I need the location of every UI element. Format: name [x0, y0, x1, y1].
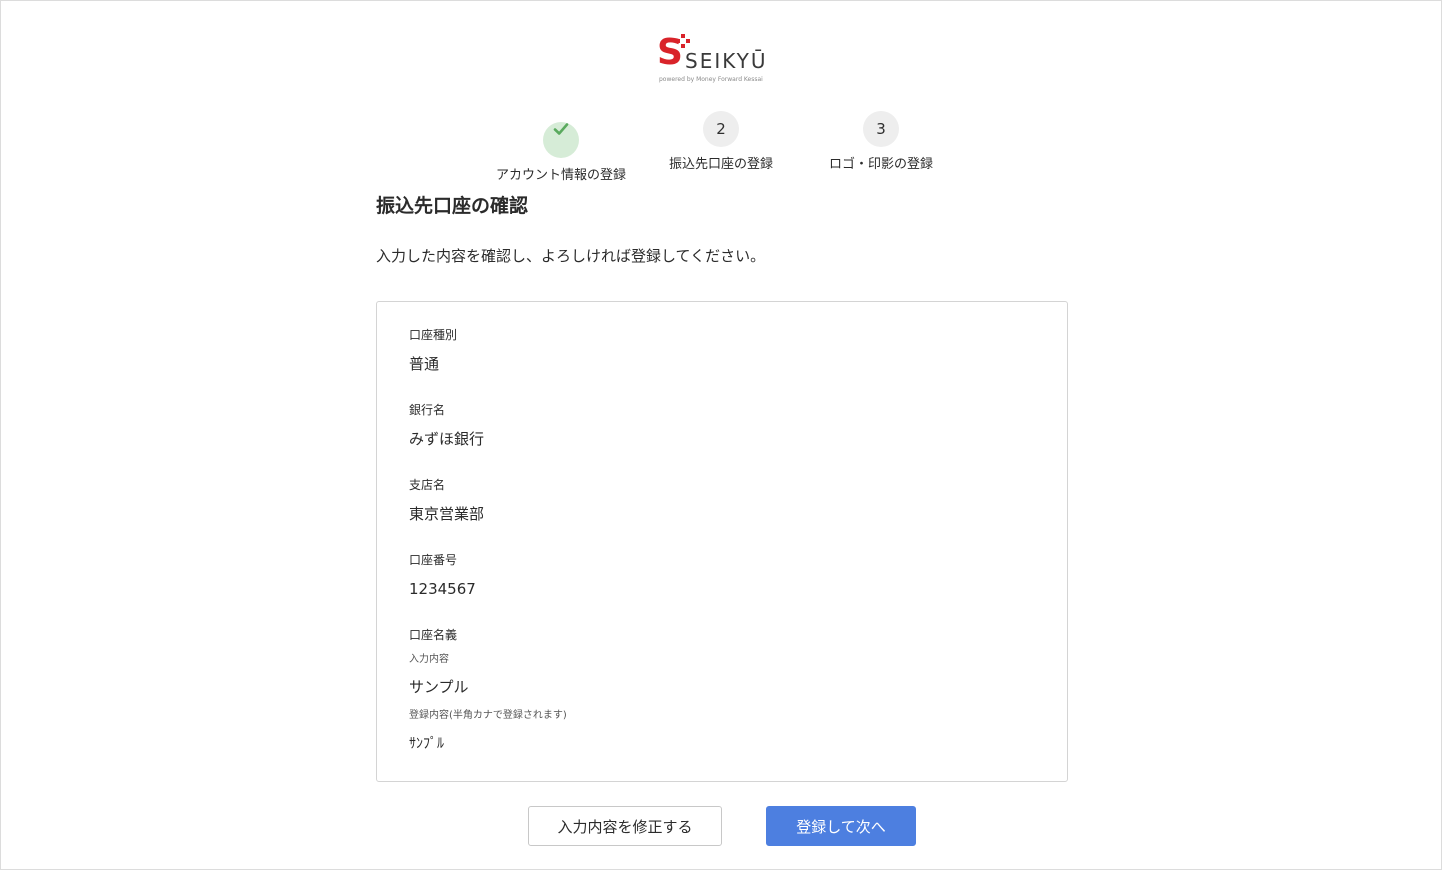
account-type-label: 口座種別 [409, 328, 458, 342]
field-account-number: 口座番号 1234567 [409, 551, 476, 600]
page-description: 入力した内容を確認し、よろしければ登録してください。 [376, 247, 766, 265]
account-number-label: 口座番号 [409, 553, 458, 567]
holder-registered-group-value: ｻﾝﾌﾟﾙ [409, 733, 444, 755]
holder-input-value: サンプル [409, 678, 469, 696]
page-title: 振込先口座の確認 [376, 195, 529, 217]
holder-input-label: 入力内容 [409, 654, 449, 665]
branch-name-value: 東京営業部 [409, 505, 485, 523]
field-bank-name: 銀行名 みずほ銀行 [409, 401, 484, 450]
holder-registered-value: ｻﾝﾌﾟﾙ [409, 736, 444, 752]
check-icon [553, 123, 569, 135]
step-2-label: 振込先口座の登録 [668, 157, 773, 172]
account-holder-label: 口座名義 [409, 628, 458, 642]
field-account-type: 口座種別 普通 [409, 326, 457, 375]
field-account-holder: 口座名義 [409, 626, 457, 644]
field-branch-name: 支店名 東京営業部 [409, 476, 484, 525]
step-bank-account: 2 振込先口座の登録 [641, 111, 801, 174]
step-2-circle: 2 [703, 111, 739, 147]
account-number-value: 1234567 [409, 580, 476, 598]
logo-tagline: powered by Money Forward Kessai [659, 76, 763, 83]
page-frame: S SEIKYŪ powered by Money Forward Kessai… [0, 0, 1442, 870]
account-type-value: 普通 [409, 355, 440, 373]
bank-name-label: 銀行名 [409, 403, 446, 417]
holder-registered-group: 登録内容(半角カナで登録されます) [409, 709, 567, 723]
confirmation-card: 口座種別 普通 銀行名 みずほ銀行 支店名 東京営業部 口座番号 1234567… [376, 301, 1068, 782]
holder-registered-label: 登録内容(半角カナで登録されます) [409, 710, 567, 721]
step-3-circle: 3 [863, 111, 899, 147]
step-1-label: アカウント情報の登録 [495, 168, 626, 183]
progress-stepper: アカウント情報の登録 2 振込先口座の登録 3 ロゴ・印影の登録 [481, 111, 961, 183]
logo-plus-icon [676, 34, 690, 48]
edit-input-button[interactable]: 入力内容を修正する [528, 806, 722, 846]
step-account-info: アカウント情報の登録 [481, 111, 641, 185]
step-1-circle [543, 122, 579, 158]
register-next-button[interactable]: 登録して次へ [766, 806, 916, 846]
holder-input-group: 入力内容 [409, 653, 449, 667]
seikyu-logo: S SEIKYŪ powered by Money Forward Kessai [657, 33, 777, 89]
bank-name-value: みずほ銀行 [409, 430, 485, 448]
step-logo-seal: 3 ロゴ・印影の登録 [801, 111, 961, 174]
step-3-label: ロゴ・印影の登録 [828, 157, 933, 172]
holder-input-group-value: サンプル [409, 676, 469, 698]
logo-wordmark: SEIKYŪ [685, 49, 768, 73]
branch-name-label: 支店名 [409, 478, 446, 492]
